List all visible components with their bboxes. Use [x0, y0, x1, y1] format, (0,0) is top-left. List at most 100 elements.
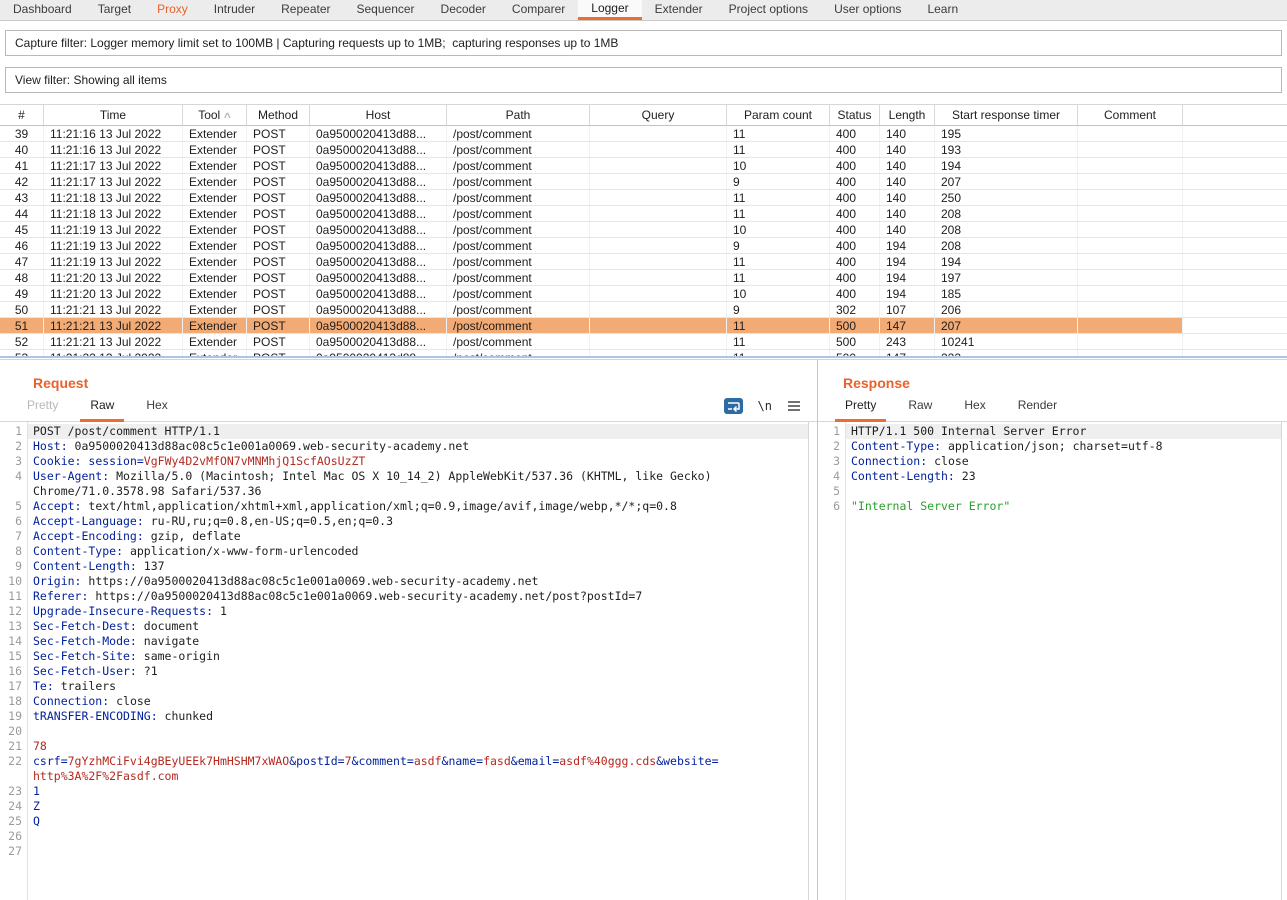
line-text — [27, 844, 808, 859]
logger-row-47[interactable]: 4711:21:19 13 Jul 2022ExtenderPOST0a9500… — [0, 254, 1287, 270]
logger-row-46[interactable]: 4611:21:19 13 Jul 2022ExtenderPOST0a9500… — [0, 238, 1287, 254]
cell-time: 11:21:21 13 Jul 2022 — [44, 302, 183, 317]
logger-row-39[interactable]: 3911:21:16 13 Jul 2022ExtenderPOST0a9500… — [0, 126, 1287, 142]
cell-query — [590, 206, 727, 221]
view-filter-bar[interactable]: View filter: Showing all items — [5, 67, 1282, 93]
cell-status: 400 — [830, 270, 880, 285]
logger-row-51[interactable]: 5111:21:21 13 Jul 2022ExtenderPOST0a9500… — [0, 318, 1287, 334]
cell-length: 140 — [880, 142, 935, 157]
tab-repeater[interactable]: Repeater — [268, 0, 343, 20]
tab-logger[interactable]: Logger — [578, 0, 641, 20]
cell-comment — [1078, 334, 1183, 349]
response-tab-hex[interactable]: Hex — [954, 392, 995, 421]
tab-decoder[interactable]: Decoder — [428, 0, 499, 20]
request-tab-raw[interactable]: Raw — [80, 392, 124, 421]
logger-row-43[interactable]: 4311:21:18 13 Jul 2022ExtenderPOST0a9500… — [0, 190, 1287, 206]
line-text: Sec-Fetch-Site: same-origin — [27, 649, 808, 664]
line-number: 26 — [0, 829, 27, 844]
line-text: Chrome/71.0.3578.98 Safari/537.36 — [27, 484, 808, 499]
logger-row-44[interactable]: 4411:21:18 13 Jul 2022ExtenderPOST0a9500… — [0, 206, 1287, 222]
cell-: 49 — [0, 286, 44, 301]
cell-filler — [1183, 302, 1287, 317]
tab-user-options[interactable]: User options — [821, 0, 914, 20]
response-line-4: 4Content-Length: 23 — [818, 469, 1281, 484]
line-text: Referer: https://0a9500020413d88ac08c5c1… — [27, 589, 808, 604]
cell-method: POST — [247, 270, 310, 285]
line-text: User-Agent: Mozilla/5.0 (Macintosh; Inte… — [27, 469, 808, 484]
cell-filler — [1183, 126, 1287, 141]
logger-row-42[interactable]: 4211:21:17 13 Jul 2022ExtenderPOST0a9500… — [0, 174, 1287, 190]
newline-chars-icon[interactable]: \n — [758, 399, 772, 413]
request-editor[interactable]: 1POST /post/comment HTTP/1.12Host: 0a950… — [0, 422, 809, 900]
cell-length: 194 — [880, 254, 935, 269]
tab-dashboard[interactable]: Dashboard — [0, 0, 85, 20]
column-header-tool[interactable]: Tool∧ — [183, 105, 247, 125]
response-panel: Response PrettyRawHexRender 1HTTP/1.1 50… — [818, 360, 1287, 900]
capture-filter-bar[interactable]: Capture filter: Logger memory limit set … — [5, 30, 1282, 56]
cell-start-response-timer: 185 — [935, 286, 1078, 301]
cell-query — [590, 302, 727, 317]
request-line-21: 2178 — [0, 739, 808, 754]
logger-row-50[interactable]: 5011:21:21 13 Jul 2022ExtenderPOST0a9500… — [0, 302, 1287, 318]
response-tab-render[interactable]: Render — [1008, 392, 1067, 421]
request-line-23: 231 — [0, 784, 808, 799]
request-tab-pretty[interactable]: Pretty — [17, 392, 68, 421]
cell-method: POST — [247, 142, 310, 157]
column-header-param-count[interactable]: Param count — [727, 105, 830, 125]
cell-filler — [1183, 254, 1287, 269]
request-line-4: 4User-Agent: Mozilla/5.0 (Macintosh; Int… — [0, 469, 808, 484]
cell-comment — [1078, 254, 1183, 269]
column-header-row-number[interactable]: # — [0, 105, 44, 125]
response-tab-pretty[interactable]: Pretty — [835, 392, 886, 421]
cell-param-count: 9 — [727, 174, 830, 189]
tab-extender[interactable]: Extender — [642, 0, 716, 20]
cell-time: 11:21:17 13 Jul 2022 — [44, 158, 183, 173]
column-header-start-response-timer[interactable]: Start response timer — [935, 105, 1078, 125]
column-header-host[interactable]: Host — [310, 105, 447, 125]
cell-host: 0a9500020413d88... — [310, 318, 447, 333]
response-tab-raw[interactable]: Raw — [898, 392, 942, 421]
cell-tool: Extender — [183, 334, 247, 349]
logger-row-41[interactable]: 4111:21:17 13 Jul 2022ExtenderPOST0a9500… — [0, 158, 1287, 174]
cell-param-count: 11 — [727, 270, 830, 285]
tab-comparer[interactable]: Comparer — [499, 0, 578, 20]
cell-: 51 — [0, 318, 44, 333]
logger-row-52[interactable]: 5211:21:21 13 Jul 2022ExtenderPOST0a9500… — [0, 334, 1287, 350]
cell-query — [590, 270, 727, 285]
column-header-query[interactable]: Query — [590, 105, 727, 125]
cell-comment — [1078, 142, 1183, 157]
editor-menu-icon[interactable] — [787, 400, 801, 412]
cell-: 45 — [0, 222, 44, 237]
column-header-path[interactable]: Path — [447, 105, 590, 125]
logger-row-40[interactable]: 4011:21:16 13 Jul 2022ExtenderPOST0a9500… — [0, 142, 1287, 158]
logger-row-53[interactable]: 5311:21:22 13 Jul 2022ExtenderPOST0a9500… — [0, 350, 1287, 356]
softwrap-icon[interactable] — [724, 398, 743, 414]
response-line-3: 3Connection: close — [818, 454, 1281, 469]
logger-row-49[interactable]: 4911:21:20 13 Jul 2022ExtenderPOST0a9500… — [0, 286, 1287, 302]
cell-host: 0a9500020413d88... — [310, 254, 447, 269]
column-header-length[interactable]: Length — [880, 105, 935, 125]
column-header-comment[interactable]: Comment — [1078, 105, 1183, 125]
request-tab-hex[interactable]: Hex — [136, 392, 177, 421]
tab-target[interactable]: Target — [85, 0, 144, 20]
logger-row-48[interactable]: 4811:21:20 13 Jul 2022ExtenderPOST0a9500… — [0, 270, 1287, 286]
cell-: 43 — [0, 190, 44, 205]
line-text: Origin: https://0a9500020413d88ac08c5c1e… — [27, 574, 808, 589]
request-line-20: 20 — [0, 724, 808, 739]
column-header-method[interactable]: Method — [247, 105, 310, 125]
response-line-2: 2Content-Type: application/json; charset… — [818, 439, 1281, 454]
cell-method: POST — [247, 334, 310, 349]
cell-query — [590, 318, 727, 333]
cell-comment — [1078, 206, 1183, 221]
line-text: tRANSFER-ENCODING: chunked — [27, 709, 808, 724]
column-header-time[interactable]: Time — [44, 105, 183, 125]
column-header-status[interactable]: Status — [830, 105, 880, 125]
tab-intruder[interactable]: Intruder — [201, 0, 268, 20]
cell-status: 500 — [830, 334, 880, 349]
tab-sequencer[interactable]: Sequencer — [344, 0, 428, 20]
tab-learn[interactable]: Learn — [914, 0, 971, 20]
logger-row-45[interactable]: 4511:21:19 13 Jul 2022ExtenderPOST0a9500… — [0, 222, 1287, 238]
tab-project-options[interactable]: Project options — [716, 0, 821, 20]
tab-proxy[interactable]: Proxy — [144, 0, 201, 20]
response-editor[interactable]: 1HTTP/1.1 500 Internal Server Error2Cont… — [818, 422, 1282, 900]
